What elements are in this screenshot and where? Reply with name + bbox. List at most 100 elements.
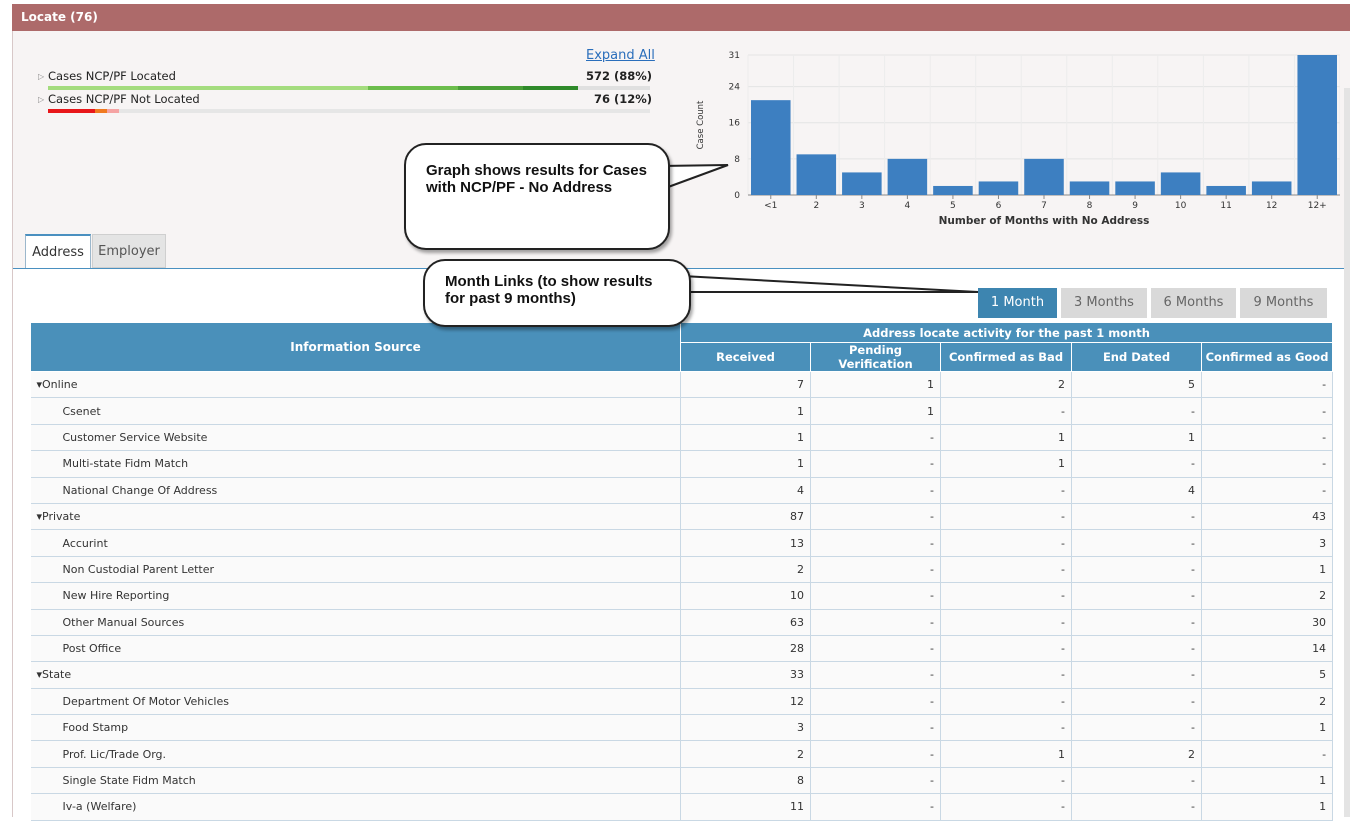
months-no-address-chart: 08162431<1 2 3 4 5 6 7 8 9 10 11 12 12+Number of Mon…: [696, 51, 1340, 227]
value-cell: -: [940, 477, 1072, 504]
value-cell: -: [810, 529, 941, 557]
tab-address[interactable]: Address: [25, 234, 91, 268]
value-cell: 4: [1071, 477, 1202, 504]
activity-group-header: Address locate activity for the past 1 m…: [679, 322, 1334, 343]
scrollbar[interactable]: [1344, 88, 1350, 817]
value-cell: 1: [1071, 424, 1202, 452]
table-row: Customer Service Website 1-1 1-: [30, 424, 1334, 452]
bar: [1206, 185, 1246, 195]
y-tick-label: 16: [729, 119, 741, 129]
value-cell: -: [1071, 688, 1202, 716]
month-button-6[interactable]: 6 Months: [1151, 288, 1236, 318]
x-tick-label: 6: [996, 201, 1002, 211]
value-cell: 63: [680, 609, 811, 636]
value-cell: 4: [680, 477, 811, 504]
source-name-cell: Food Stamp: [30, 714, 681, 742]
source-name-cell: Single State Fidm Match: [30, 767, 681, 795]
value-cell: -: [810, 450, 941, 478]
value-cell: -: [1071, 397, 1202, 425]
value-cell: -: [810, 609, 941, 636]
expand-triangle-icon[interactable]: ▷: [38, 72, 44, 81]
value-cell: 28: [680, 635, 811, 663]
bar: [887, 158, 928, 195]
source-name-cell: National Change Of Address: [30, 477, 681, 504]
value-cell: 5: [1201, 661, 1334, 689]
value-cell: 1: [940, 740, 1072, 768]
table-row: Prof. Lic/Trade Org. 2-1 2-: [30, 740, 1334, 768]
column-header: Pending Verification: [810, 342, 941, 372]
value-cell: 1: [1201, 767, 1334, 795]
callout-pointer: [660, 164, 729, 192]
value-cell: -: [810, 767, 941, 795]
value-cell: -: [1071, 582, 1202, 610]
value-cell: -: [810, 424, 941, 452]
source-name-cell: Iv-a (Welfare): [30, 793, 681, 821]
group-row[interactable]: ▾Online 7 1 2 5-: [30, 371, 1334, 399]
x-tick-label: 12: [1266, 201, 1277, 211]
x-tick-label: 8: [1087, 201, 1093, 211]
group-row[interactable]: ▾State 33- - -5: [30, 661, 1334, 689]
month-button-9[interactable]: 9 Months: [1240, 288, 1327, 318]
value-cell: -: [1071, 714, 1202, 742]
bar: [1024, 158, 1064, 195]
bar: [1069, 181, 1110, 195]
value-cell: 1: [810, 371, 941, 399]
x-tick-label: 4: [905, 201, 911, 211]
bar: [933, 185, 973, 195]
value-cell: -: [810, 477, 941, 504]
month-button-3[interactable]: 3 Months: [1061, 288, 1147, 318]
value-cell: -: [1201, 740, 1334, 768]
value-cell: 2: [1201, 582, 1334, 610]
column-header: End Dated: [1071, 342, 1202, 372]
table-row: Post Office 28- - -14: [30, 635, 1334, 663]
group-row[interactable]: ▾Private 87- - -43: [30, 503, 1334, 531]
value-cell: -: [940, 767, 1072, 795]
value-cell: -: [810, 740, 941, 768]
value-cell: 33: [680, 661, 811, 689]
column-header: Confirmed as Bad: [940, 342, 1072, 372]
table-row: Single State Fidm Match 8- - -1: [30, 767, 1334, 795]
cases-not-located-bar: [48, 109, 650, 113]
value-cell: 43: [1201, 503, 1334, 531]
value-cell: 1: [940, 450, 1072, 478]
x-tick-label: 2: [813, 201, 819, 211]
information-source-header: Information Source: [30, 322, 681, 372]
value-cell: -: [1201, 477, 1334, 504]
value-cell: 2: [680, 556, 811, 584]
source-name-cell: Non Custodial Parent Letter: [30, 556, 681, 584]
bar: [1160, 172, 1201, 195]
table-row: Csenet 1 1- - -: [30, 397, 1334, 425]
cases-located-bar: [48, 86, 650, 90]
x-tick-label: 7: [1041, 201, 1047, 211]
value-cell: 8: [680, 767, 811, 795]
value-cell: 3: [680, 714, 811, 742]
bar: [1297, 55, 1337, 195]
expand-all-link[interactable]: Expand All: [586, 48, 655, 63]
value-cell: 87: [680, 503, 811, 531]
value-cell: -: [1071, 450, 1202, 478]
x-tick-label: 12+: [1308, 201, 1327, 211]
value-cell: -: [940, 582, 1072, 610]
value-cell: -: [1201, 424, 1334, 452]
month-links-callout-text: Month Links (to show results for past 9 …: [445, 273, 653, 307]
table-row: Department Of Motor Vehicles 12- - -2: [30, 688, 1334, 716]
value-cell: 3: [1201, 529, 1334, 557]
value-cell: -: [810, 582, 941, 610]
column-header: Confirmed as Good: [1200, 342, 1334, 372]
table-row: National Change Of Address 4- -4-: [30, 477, 1334, 504]
expand-triangle-icon[interactable]: ▷: [38, 95, 44, 104]
source-name-cell: Post Office: [30, 635, 681, 663]
tab-employer[interactable]: Employer: [92, 234, 166, 268]
source-name-cell: Other Manual Sources: [30, 609, 681, 636]
panel-title: Locate (76): [21, 10, 98, 24]
value-cell: 7: [680, 371, 811, 399]
value-cell: 2: [680, 740, 811, 768]
value-cell: 10: [680, 582, 811, 610]
x-tick-label: 11: [1220, 201, 1231, 211]
table-row: New Hire Reporting 10- - -2: [30, 582, 1334, 610]
value-cell: 14: [1201, 635, 1334, 663]
value-cell: -: [1071, 529, 1202, 557]
source-name-cell: Prof. Lic/Trade Org.: [30, 740, 681, 768]
value-cell: -: [810, 503, 941, 531]
x-tick-label: <1: [764, 201, 777, 211]
